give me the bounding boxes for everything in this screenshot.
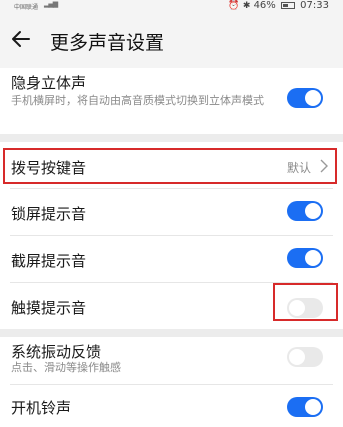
stealth-stereo-description: 手机横屏时，将自动由高音质模式切换到立体声模式 xyxy=(11,94,264,107)
signal-icon: ▂▄▆ xyxy=(44,0,58,8)
screenshot-sound-toggle[interactable] xyxy=(287,248,323,268)
screenshot-sound-label: 截屏提示音 xyxy=(11,252,87,270)
screenshot-sound-row[interactable]: 截屏提示音 xyxy=(0,236,343,282)
touch-sound-row[interactable]: 触摸提示音 xyxy=(0,283,343,329)
toggle-knob xyxy=(305,203,321,219)
vibration-feedback-description: 点击、滑动等操作触感 xyxy=(11,361,121,374)
status-right: ⏰ ✱ 46% 07:33 xyxy=(228,0,329,12)
dial-tone-value: 默认 xyxy=(286,161,311,175)
battery-percent: 46% xyxy=(253,0,276,11)
toggle-knob xyxy=(289,300,305,316)
boot-sound-toggle[interactable] xyxy=(287,397,323,417)
lock-sound-toggle[interactable] xyxy=(287,201,323,221)
lock-sound-label: 锁屏提示音 xyxy=(11,205,87,223)
boot-sound-label: 开机铃声 xyxy=(11,399,72,417)
battery-icon xyxy=(280,1,295,9)
stealth-stereo-row[interactable]: 隐身立体声 手机横屏时，将自动由高音质模式切换到立体声模式 xyxy=(0,68,343,134)
app-header: 更多声音设置 xyxy=(0,12,343,68)
toggle-knob xyxy=(305,399,321,415)
touch-sound-toggle[interactable] xyxy=(287,298,323,318)
vibration-feedback-row[interactable]: 系统振动反馈 点击、滑动等操作触感 xyxy=(0,337,343,383)
vibration-feedback-toggle[interactable] xyxy=(287,347,323,367)
stealth-stereo-label: 隐身立体声 xyxy=(11,74,87,92)
bluetooth-icon: ✱ xyxy=(242,1,251,11)
dial-tone-label: 拨号按键音 xyxy=(11,159,87,177)
chevron-right-icon xyxy=(320,159,328,173)
back-arrow-icon[interactable] xyxy=(8,26,34,52)
status-bar: 中国联通 ▂▄▆ ⏰ ✱ 46% 07:33 xyxy=(0,0,343,12)
alarm-icon: ⏰ xyxy=(228,1,240,11)
section-sounds: 拨号按键音 默认 锁屏提示音 截屏提示音 触摸提示音 xyxy=(0,142,343,329)
lock-sound-row[interactable]: 锁屏提示音 xyxy=(0,189,343,235)
toggle-knob xyxy=(305,90,321,106)
carrier-label: 中国联通 xyxy=(14,4,39,11)
page-title: 更多声音设置 xyxy=(50,32,165,54)
clock: 07:33 xyxy=(300,0,329,11)
vibration-feedback-label: 系统振动反馈 xyxy=(11,343,102,361)
section-system: 系统振动反馈 点击、滑动等操作触感 开机铃声 xyxy=(0,337,343,427)
dial-tone-row[interactable]: 拨号按键音 默认 xyxy=(0,142,343,188)
touch-sound-label: 触摸提示音 xyxy=(11,299,87,317)
section-stereo: 隐身立体声 手机横屏时，将自动由高音质模式切换到立体声模式 xyxy=(0,68,343,134)
toggle-knob xyxy=(289,349,305,365)
toggle-knob xyxy=(305,250,321,266)
boot-sound-row[interactable]: 开机铃声 xyxy=(0,385,343,427)
stealth-stereo-toggle[interactable] xyxy=(287,88,323,108)
